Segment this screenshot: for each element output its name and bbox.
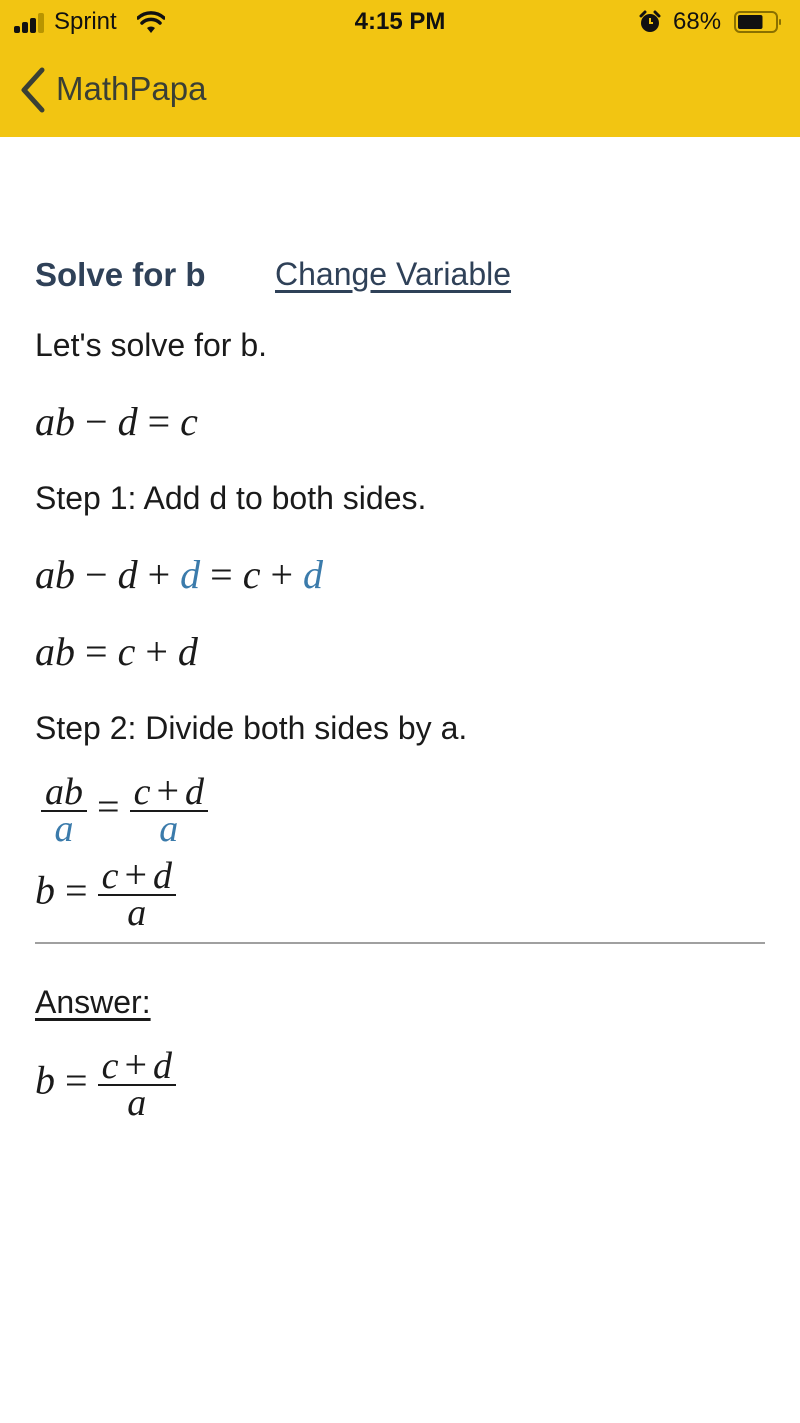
equals-sign: =: [85, 629, 108, 674]
answer-label: Answer:: [35, 984, 151, 1020]
battery-percent: 68%: [673, 8, 722, 35]
plus-sign: +: [270, 552, 294, 597]
battery-icon: [734, 11, 781, 33]
var-b: b: [55, 629, 75, 674]
var-b: b: [35, 1057, 55, 1103]
highlighted-a: a: [159, 808, 179, 850]
step-1-label: Step 1: Add d to both sides.: [35, 480, 427, 516]
minus-sign: −: [85, 399, 108, 444]
answer-equation: b = c + d a: [35, 1045, 176, 1122]
chevron-left-icon[interactable]: [16, 66, 48, 114]
top-bar: Sprint 4:15 PM 68% MathPapa: [0, 0, 800, 137]
highlighted-d: d: [303, 552, 324, 597]
var-b: b: [35, 867, 55, 913]
status-bar: Sprint 4:15 PM 68%: [0, 0, 800, 46]
original-equation: ab − d = c: [35, 398, 198, 445]
navigation-bar: MathPapa: [0, 56, 800, 126]
step-1-line-1: ab − d + d = c + d: [35, 551, 323, 598]
fraction-ab-over-a: ab a: [41, 773, 87, 850]
var-b: b: [55, 552, 75, 597]
var-a: a: [35, 399, 55, 444]
var-a: a: [35, 629, 55, 674]
alarm-icon: [639, 10, 661, 32]
equals-sign: =: [210, 552, 233, 597]
var-a: a: [35, 552, 55, 597]
intro-text: Let's solve for b.: [35, 327, 267, 363]
var-c: c: [242, 552, 261, 597]
change-variable-link[interactable]: Change Variable: [275, 256, 511, 293]
equals-sign: =: [97, 783, 120, 829]
plus-sign: +: [147, 552, 171, 597]
step-1-line-2: ab = c + d: [35, 628, 198, 675]
equals-sign: =: [147, 399, 171, 444]
var-b: b: [55, 399, 75, 444]
page-title: Solve for b: [35, 256, 206, 293]
highlighted-a: a: [54, 807, 74, 850]
minus-sign: −: [85, 552, 108, 597]
equals-sign: =: [65, 867, 88, 913]
var-c: c: [117, 629, 136, 674]
back-button[interactable]: MathPapa: [56, 70, 206, 108]
highlighted-d: d: [180, 552, 201, 597]
fraction-c-plus-d-over-a: c + d a: [129, 771, 208, 850]
var-c: c: [180, 399, 198, 444]
step-2-label: Step 2: Divide both sides by a.: [35, 710, 468, 746]
plus-sign: +: [145, 629, 168, 674]
step-2-line-1: ab a = c + d a: [41, 771, 208, 850]
divider: [35, 942, 765, 944]
fraction-c-plus-d-over-a: c + d a: [97, 1045, 176, 1122]
var-d: d: [117, 399, 138, 444]
step-2-line-2: b = c + d a: [35, 855, 176, 932]
equals-sign: =: [65, 1057, 88, 1103]
var-d: d: [117, 552, 138, 597]
fraction-c-plus-d-over-a: c + d a: [97, 855, 176, 932]
var-d: d: [177, 629, 198, 674]
